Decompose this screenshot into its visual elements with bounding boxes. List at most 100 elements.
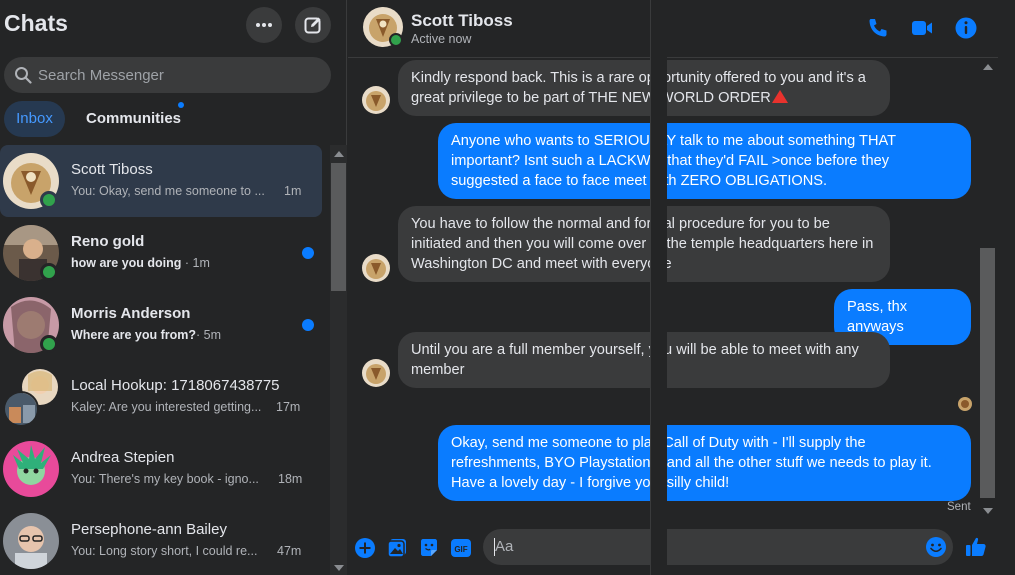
conversation-header: Scott Tiboss Active now <box>348 0 998 58</box>
video-call-button[interactable] <box>910 16 934 40</box>
chat-item-scott-tiboss[interactable]: Scott Tiboss You: Okay, send me someone … <box>0 145 322 217</box>
voice-call-button[interactable] <box>866 16 890 40</box>
chat-preview: You: Long story short, I could re... <box>71 544 258 558</box>
scroll-down-arrow-icon[interactable] <box>983 508 993 514</box>
sidebar-title: Chats <box>4 10 68 36</box>
unread-indicator-dot <box>302 247 314 259</box>
unread-indicator-dot <box>302 319 314 331</box>
chat-preview-wrapper: how are you doing · 1m <box>71 256 210 270</box>
message-composer: GIF Aa <box>348 520 998 575</box>
chat-preview: Kaley: Are you interested getting... <box>71 400 262 414</box>
chat-preview: You: There's my key book - igno... <box>71 472 259 486</box>
search-messenger-input[interactable]: Search Messenger <box>4 57 331 93</box>
chat-item-local-hookup[interactable]: Local Hookup: 1718067438775 Kaley: Are y… <box>0 361 322 433</box>
attach-image-button[interactable] <box>386 537 408 559</box>
online-status-dot <box>40 335 58 353</box>
chat-time: · 5m <box>196 328 222 342</box>
online-status-dot <box>389 33 403 47</box>
message-text: You have to follow the normal and formal… <box>411 216 874 272</box>
chat-name: Reno gold <box>71 233 145 250</box>
sender-avatar <box>362 359 390 387</box>
image-icon <box>387 539 406 558</box>
online-status-dot <box>40 191 58 209</box>
search-placeholder: Search Messenger <box>38 66 164 84</box>
emoji-button[interactable] <box>925 536 947 558</box>
tab-inbox[interactable]: Inbox <box>4 101 65 137</box>
new-message-button[interactable] <box>295 7 331 43</box>
phone-icon <box>869 19 887 37</box>
message-text: Okay, send me someone to play Call of Du… <box>451 435 932 491</box>
message-text: Pass, thx anyways <box>847 299 908 335</box>
scroll-up-arrow-icon[interactable] <box>983 64 993 70</box>
chat-time: 17m <box>276 400 301 414</box>
message-input[interactable]: Aa <box>483 529 953 565</box>
sticker-button[interactable] <box>418 537 440 559</box>
message-text: Until you are a full member yourself, yo… <box>411 342 859 378</box>
message-text: Anyone who wants to SERIOUSLY talk to me… <box>451 133 896 189</box>
chat-time: · 1m <box>184 256 210 270</box>
chat-list-scrollbar[interactable] <box>330 145 347 575</box>
emoji-icon <box>926 537 946 557</box>
conversation-info-button[interactable] <box>954 16 978 40</box>
chat-preview-wrapper: Where are you from?· 5m <box>71 328 221 342</box>
message-input-placeholder: Aa <box>495 538 514 555</box>
window-right-edge <box>650 0 667 575</box>
sidebar-header: Chats <box>0 0 347 52</box>
message-thread-scrollbar[interactable] <box>978 58 998 518</box>
chat-sidebar: Chats Search Messenger Inbox Communities… <box>0 0 347 575</box>
message-bubble[interactable]: Anyone who wants to SERIOUSLY talk to me… <box>438 123 971 199</box>
chat-preview: You: Okay, send me someone to ... <box>71 184 265 198</box>
seen-by-avatar <box>958 397 972 411</box>
sender-avatar <box>362 254 390 282</box>
chat-item-morris-anderson[interactable]: Morris Anderson Where are you from?· 5m <box>0 289 322 361</box>
like-icon <box>966 537 986 556</box>
chat-preview: Where are you from? <box>71 328 197 342</box>
chat-name: Persephone-ann Bailey <box>71 521 227 538</box>
chat-name: Morris Anderson <box>71 305 191 322</box>
chat-preview: how are you doing <box>71 256 182 270</box>
more-options-button[interactable] <box>246 7 282 43</box>
message-bubble[interactable]: Okay, send me someone to play Call of Du… <box>438 425 971 501</box>
chat-list: Scott Tiboss You: Okay, send me someone … <box>0 145 330 575</box>
svg-text:GIF: GIF <box>454 545 467 554</box>
message-bubble[interactable]: Kindly respond back. This is a rare oppo… <box>398 60 890 116</box>
chat-time: 47m <box>277 544 302 558</box>
scroll-up-arrow-icon[interactable] <box>334 151 344 157</box>
avatar <box>3 513 59 569</box>
more-horizontal-icon <box>256 23 272 27</box>
tab-communities[interactable]: Communities <box>86 101 181 137</box>
chat-time: 18m <box>278 472 303 486</box>
video-icon <box>912 21 932 35</box>
search-icon <box>15 67 32 84</box>
message-bubble[interactable]: Until you are a full member yourself, yo… <box>398 332 890 388</box>
message-text: Kindly respond back. This is a rare oppo… <box>411 70 866 106</box>
online-status-dot <box>40 263 58 281</box>
info-icon <box>955 17 977 39</box>
delivery-status: Sent <box>947 501 971 513</box>
send-like-button[interactable] <box>964 535 988 559</box>
sender-avatar <box>362 86 390 114</box>
gif-icon: GIF <box>451 539 471 557</box>
avatar <box>3 441 59 497</box>
chat-name: Scott Tiboss <box>71 161 153 178</box>
chat-item-persephone-ann-bailey[interactable]: Persephone-ann Bailey You: Long story sh… <box>0 505 322 575</box>
scrollbar-thumb[interactable] <box>980 248 995 498</box>
scrollbar-thumb[interactable] <box>331 163 346 291</box>
gif-button[interactable]: GIF <box>450 537 472 559</box>
red-triangle-icon <box>771 90 788 103</box>
chat-item-andrea-stepien[interactable]: Andrea Stepien You: There's my key book … <box>0 433 322 505</box>
contact-status: Active now <box>411 32 472 46</box>
plus-icon <box>355 538 375 558</box>
compose-icon <box>304 17 321 34</box>
communities-indicator-dot <box>178 102 184 108</box>
conversation-panel: Scott Tiboss Active now Kindly respond b… <box>348 0 1015 575</box>
chat-item-reno-gold[interactable]: Reno gold how are you doing · 1m <box>0 217 322 289</box>
message-bubble[interactable]: You have to follow the normal and formal… <box>398 206 890 282</box>
group-avatar-secondary <box>3 391 39 427</box>
sticker-icon <box>421 539 437 556</box>
contact-name[interactable]: Scott Tiboss <box>411 11 513 31</box>
chat-name: Andrea Stepien <box>71 449 175 466</box>
scroll-down-arrow-icon[interactable] <box>334 565 344 571</box>
chat-time: 1m <box>284 184 302 198</box>
more-actions-button[interactable] <box>354 537 376 559</box>
